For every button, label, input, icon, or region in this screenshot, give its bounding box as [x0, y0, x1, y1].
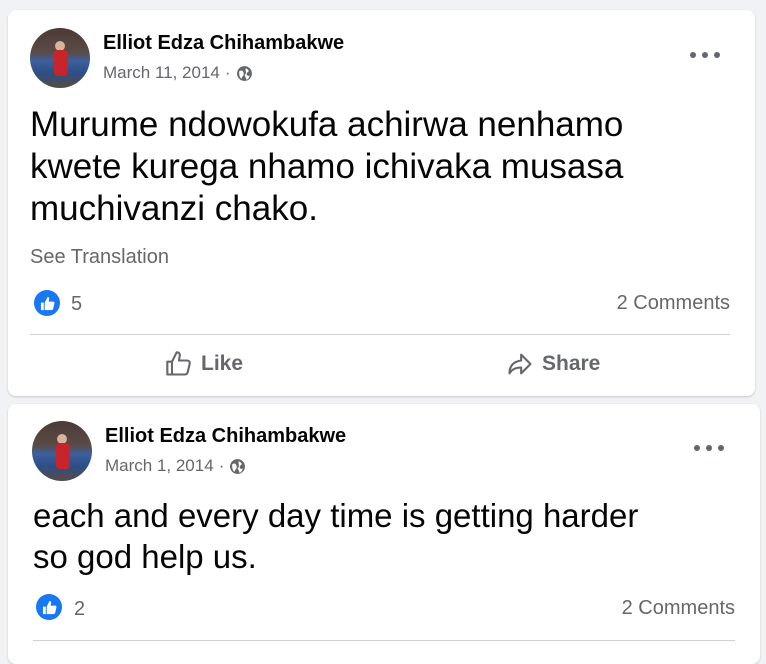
divider	[30, 334, 730, 335]
share-button[interactable]: Share	[506, 350, 600, 378]
post-text-line: each and every day time is getting harde…	[33, 497, 639, 534]
avatar[interactable]	[32, 421, 92, 481]
likes-count[interactable]: 2	[74, 598, 85, 621]
comments-count[interactable]: 2 Comments	[617, 292, 730, 315]
post-card: Elliot Edza Chihambakwe March 11, 2014 ·…	[8, 10, 755, 396]
likes-count[interactable]: 5	[71, 293, 82, 316]
post-text-line: muchivanzi chako.	[30, 189, 318, 228]
share-arrow-icon	[508, 353, 532, 375]
avatar[interactable]	[30, 28, 90, 88]
author-name[interactable]: Elliot Edza Chihambakwe	[105, 425, 346, 448]
meta-separator: ·	[218, 456, 225, 475]
post-date[interactable]: March 11, 2014	[103, 63, 220, 83]
comments-count[interactable]: 2 Comments	[622, 597, 735, 620]
like-label: Like	[201, 352, 244, 375]
share-label: Share	[542, 352, 601, 375]
globe-icon[interactable]	[229, 458, 246, 475]
post-meta: March 1, 2014 ·	[105, 456, 246, 476]
like-reaction-icon[interactable]	[36, 594, 62, 620]
post-text-line: so god help us.	[33, 538, 257, 575]
author-name[interactable]: Elliot Edza Chihambakwe	[103, 32, 344, 55]
like-button[interactable]: Like	[165, 350, 243, 378]
thumbs-up-icon	[166, 351, 191, 376]
post-card: Elliot Edza Chihambakwe March 1, 2014 · …	[8, 404, 760, 664]
post-text-line: Murume ndowokufa achirwa nenhamo	[30, 105, 624, 144]
see-translation-link[interactable]: See Translation	[30, 246, 169, 269]
more-options-icon[interactable]	[690, 47, 720, 63]
divider	[33, 640, 735, 641]
post-text-line: kwete kurega nhamo ichivaka musasa	[30, 147, 624, 186]
more-options-icon[interactable]	[694, 440, 724, 456]
post-date[interactable]: March 1, 2014	[105, 456, 214, 476]
meta-separator: ·	[224, 63, 231, 82]
post-meta: March 11, 2014 ·	[103, 63, 253, 83]
like-reaction-icon[interactable]	[34, 290, 60, 316]
globe-icon[interactable]	[236, 65, 253, 82]
